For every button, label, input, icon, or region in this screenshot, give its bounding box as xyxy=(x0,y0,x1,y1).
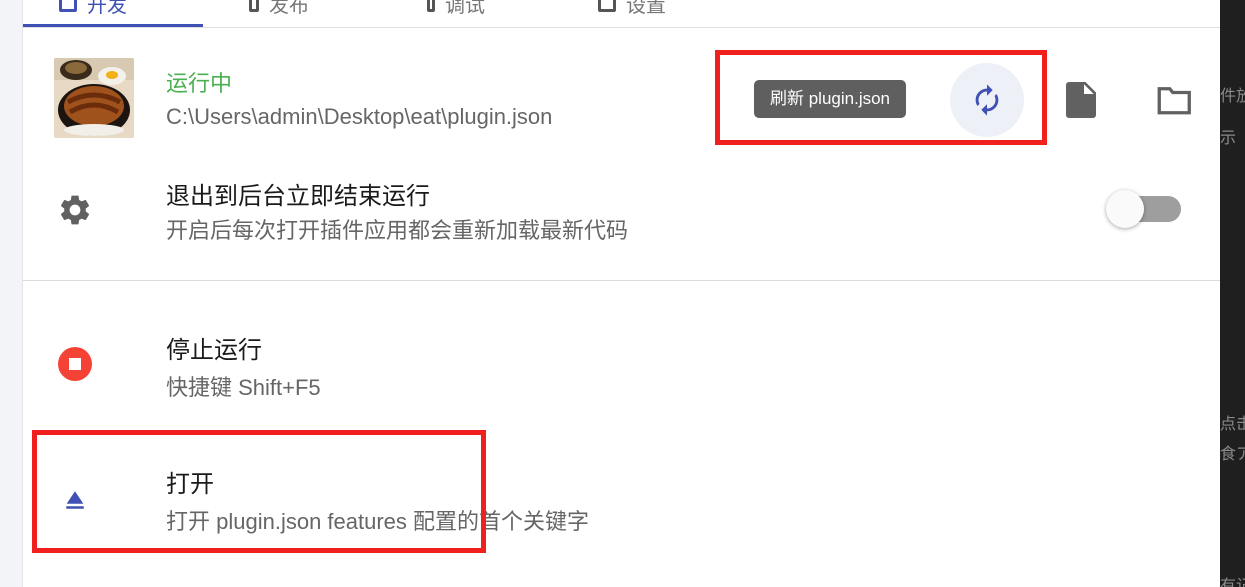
stop-title: 停止运行 xyxy=(166,337,262,364)
tab-develop[interactable]: 开发 xyxy=(59,0,127,18)
stop-icon xyxy=(55,344,95,384)
setting-description: 开启后每次打开插件应用都会重新加载最新代码 xyxy=(166,218,629,243)
refresh-button[interactable] xyxy=(950,63,1024,137)
plugin-json-path: C:\Users\admin\Desktop\eat\plugin.json xyxy=(166,104,553,129)
tab-debug[interactable]: 调试 xyxy=(427,0,485,18)
tab-publish[interactable]: 发布 xyxy=(249,0,309,18)
edge-text: 点击 xyxy=(1220,416,1245,433)
edge-text: 件放 xyxy=(1220,88,1245,105)
exit-kill-toggle[interactable] xyxy=(1105,190,1181,228)
settings-icon xyxy=(598,0,616,12)
stop-shortcut: 快捷键 Shift+F5 xyxy=(166,375,321,400)
refresh-icon xyxy=(975,84,999,116)
code-icon xyxy=(59,0,77,12)
open-folder-button[interactable] xyxy=(1153,78,1197,122)
bug-icon xyxy=(427,0,435,12)
tab-label: 发布 xyxy=(269,0,309,17)
tab-bar: 开发 发布 调试 设置 xyxy=(23,0,1220,28)
tab-label: 调试 xyxy=(445,0,485,17)
gear-icon xyxy=(53,190,97,230)
tab-label: 设置 xyxy=(626,0,666,17)
highlight-box-open xyxy=(32,430,486,553)
main-panel: 开发 发布 调试 设置 运行中 C:\Users\admin\Desktop\e… xyxy=(23,0,1220,587)
setting-title: 退出到后台立即结束运行 xyxy=(166,183,430,210)
active-tab-indicator xyxy=(23,24,203,27)
section-divider xyxy=(23,280,1220,281)
plugin-thumbnail xyxy=(54,58,134,138)
tab-settings[interactable]: 设置 xyxy=(598,0,666,18)
tab-label: 开发 xyxy=(87,0,127,17)
stop-run-item[interactable]: 停止运行 快捷键 Shift+F5 xyxy=(23,310,1220,420)
background-window-edge: 件放 示 点击 食ア 有记 xyxy=(1220,0,1245,587)
upload-icon xyxy=(249,0,259,12)
left-gutter xyxy=(0,0,23,587)
refresh-tooltip: 刷新 plugin.json xyxy=(754,80,907,118)
edge-text: 食ア xyxy=(1220,446,1245,463)
folder-icon xyxy=(1157,87,1191,115)
file-icon xyxy=(1066,82,1096,118)
run-status: 运行中 xyxy=(166,71,233,96)
toggle-knob xyxy=(1106,190,1144,228)
edge-text: 示 xyxy=(1220,130,1237,147)
open-file-button[interactable] xyxy=(1059,78,1103,122)
plugin-dev-window: 开发 发布 调试 设置 运行中 C:\Users\admin\Desktop\e… xyxy=(0,0,1245,587)
edge-text: 有记 xyxy=(1220,578,1245,587)
